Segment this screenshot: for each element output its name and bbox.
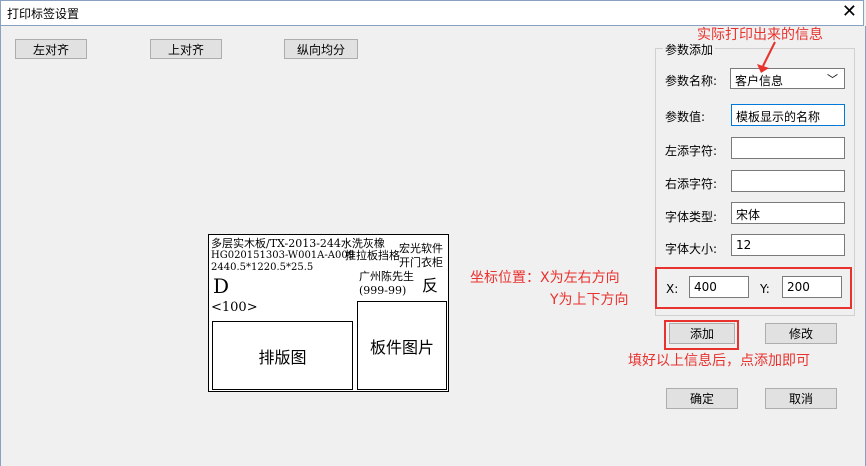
- ok-button[interactable]: 确定: [666, 388, 738, 409]
- param-name-label: 参数名称:: [665, 74, 718, 88]
- preview-d: D: [213, 274, 230, 298]
- right-pad-input[interactable]: [731, 170, 845, 192]
- left-pad-label: 左添字符:: [665, 144, 718, 158]
- layout-image-box: 排版图: [212, 321, 353, 390]
- annotation-coord-line1: 坐标位置：X为左右方向: [470, 270, 620, 286]
- label-preview[interactable]: 多层实木板/TX-2013-244水洗灰橡 HG020151303-W001A-…: [208, 234, 449, 392]
- left-pad-input[interactable]: [731, 137, 845, 159]
- preview-phone: (999-99): [359, 284, 407, 297]
- annotation-arrow-icon: [757, 41, 776, 73]
- param-name-select[interactable]: 客户信息 ﹀: [730, 68, 845, 89]
- preview-code-line: HG020151303-W001A-A009: [211, 250, 355, 261]
- preview-product-line: 多层实木板/TX-2013-244水洗灰橡: [211, 237, 385, 250]
- close-icon[interactable]: ✕: [842, 2, 857, 22]
- part-image-box: 板件图片: [357, 301, 447, 390]
- align-left-button[interactable]: 左对齐: [15, 39, 87, 59]
- chevron-down-icon: ﹀: [827, 73, 838, 86]
- preview-brand2: 开门衣柜: [399, 256, 443, 269]
- modify-button[interactable]: 修改: [765, 323, 837, 344]
- font-size-input[interactable]: 12: [731, 234, 845, 256]
- param-name-value: 客户信息: [735, 74, 784, 88]
- annotation-coord-line2: Y为上下方向: [550, 292, 629, 308]
- param-value-input[interactable]: 模板显示的名称: [731, 104, 845, 126]
- preview-door-type: 推拉板挡格: [345, 249, 400, 262]
- param-value-label: 参数值:: [665, 110, 706, 124]
- add-highlight-box: [664, 320, 739, 350]
- coord-highlight-box: [655, 267, 852, 309]
- annotation-fill-hint: 填好以上信息后，点添加即可: [628, 353, 810, 369]
- align-top-button[interactable]: 上对齐: [150, 39, 222, 59]
- preview-brand1: 宏光软件: [399, 242, 443, 255]
- window-title: 打印标签设置: [7, 7, 80, 21]
- preview-customer: 广州陈先生: [359, 270, 414, 283]
- font-size-label: 字体大小:: [665, 242, 718, 256]
- preview-size-line: 2440.5*1220.5*25.5: [211, 262, 314, 273]
- font-type-label: 字体类型:: [665, 210, 718, 224]
- title-bar: 打印标签设置 ✕: [0, 0, 864, 26]
- right-pad-label: 右添字符:: [665, 177, 718, 191]
- cancel-button[interactable]: 取消: [765, 388, 837, 409]
- font-type-input[interactable]: 宋体: [731, 202, 845, 224]
- distribute-vertical-button[interactable]: 纵向均分: [284, 39, 358, 59]
- preview-count: <100>: [211, 300, 258, 315]
- preview-fan: 反: [422, 276, 439, 295]
